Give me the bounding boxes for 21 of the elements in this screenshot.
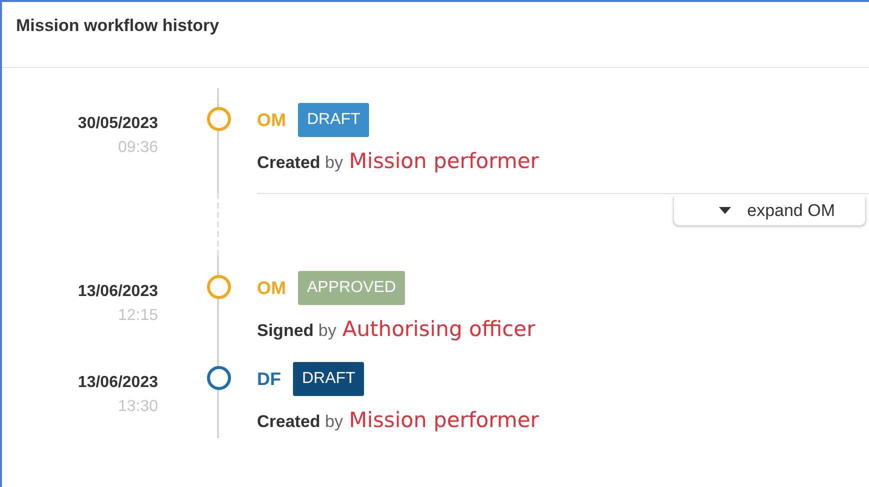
action-text: Signed by	[257, 321, 336, 341]
person-annotation: Mission performer	[349, 408, 539, 432]
document-code: DF	[257, 368, 281, 390]
expand-button[interactable]: expand OM	[673, 197, 866, 226]
action-text: Created by	[257, 412, 343, 432]
event-date: 30/05/2023	[78, 115, 158, 133]
caret-icon	[719, 207, 732, 215]
event-time: 13:30	[118, 398, 158, 416]
event-date: 13/06/2023	[78, 283, 158, 301]
status-label: DRAFT	[298, 103, 370, 137]
event-date: 13/06/2023	[78, 374, 158, 392]
document-code: OM	[257, 278, 286, 298]
panel-title: Mission workflow history	[16, 16, 220, 35]
status-label: APPROVED	[298, 271, 405, 305]
status-label: DRAFT	[293, 362, 364, 396]
person-annotation: Authorising officer	[342, 317, 536, 341]
event-time: 12:15	[118, 307, 158, 325]
person-annotation: Mission performer	[349, 149, 539, 173]
action-text: Created by	[257, 153, 343, 173]
document-code: OM	[257, 110, 286, 130]
event-time: 09:36	[118, 139, 158, 157]
